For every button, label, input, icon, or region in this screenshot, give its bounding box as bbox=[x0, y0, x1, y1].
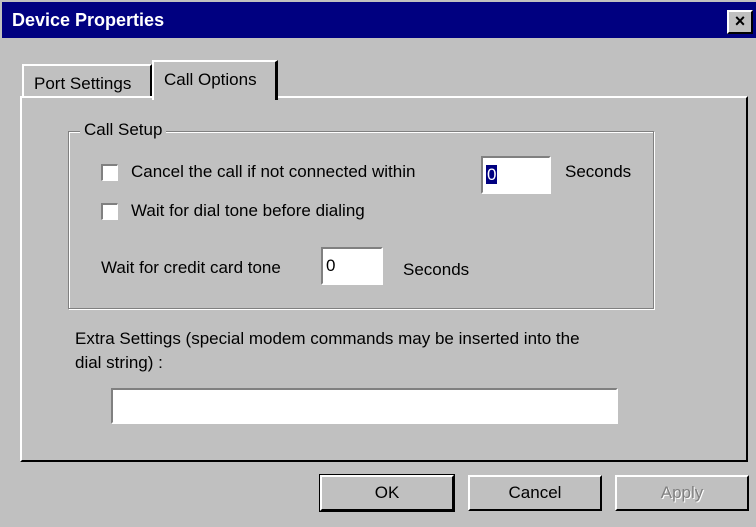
credit-card-seconds-unit: Seconds bbox=[403, 260, 470, 279]
cancel-button[interactable]: Cancel bbox=[468, 475, 602, 511]
tab-port-settings[interactable]: Port Settings bbox=[22, 64, 152, 98]
extra-settings-label-line1: Extra Settings (special modem commands m… bbox=[75, 329, 580, 348]
extra-settings-input[interactable] bbox=[111, 388, 618, 424]
ok-button[interactable]: OK bbox=[319, 474, 455, 512]
wait-dial-tone-label[interactable]: Wait for dial tone before dialing bbox=[131, 201, 365, 221]
title-bar[interactable]: Device Properties × bbox=[0, 0, 756, 38]
tab-port-settings-label: Port Settings bbox=[34, 74, 132, 93]
cancel-seconds-unit: Seconds bbox=[565, 162, 632, 181]
apply-button[interactable]: Apply bbox=[615, 475, 749, 511]
window-title: Device Properties bbox=[12, 10, 165, 30]
close-icon[interactable]: × bbox=[727, 10, 753, 34]
tab-call-options[interactable]: Call Options bbox=[152, 60, 278, 100]
extra-settings-label-line2: dial string) : bbox=[75, 353, 163, 372]
tab-gap bbox=[154, 96, 275, 99]
call-setup-group-label: Call Setup bbox=[80, 120, 167, 140]
wait-dial-tone-checkbox[interactable] bbox=[101, 203, 118, 220]
credit-card-label: Wait for credit card tone bbox=[101, 258, 281, 277]
cancel-seconds-input[interactable]: 0 bbox=[481, 156, 551, 194]
credit-card-seconds-value: 0 bbox=[326, 256, 336, 275]
cancel-call-label[interactable]: Cancel the call if not connected within bbox=[131, 162, 415, 182]
credit-card-seconds-input[interactable]: 0 bbox=[321, 247, 383, 285]
tab-call-options-label: Call Options bbox=[164, 70, 257, 89]
cancel-seconds-value: 0 bbox=[486, 165, 498, 184]
cancel-call-checkbox[interactable] bbox=[101, 164, 118, 181]
